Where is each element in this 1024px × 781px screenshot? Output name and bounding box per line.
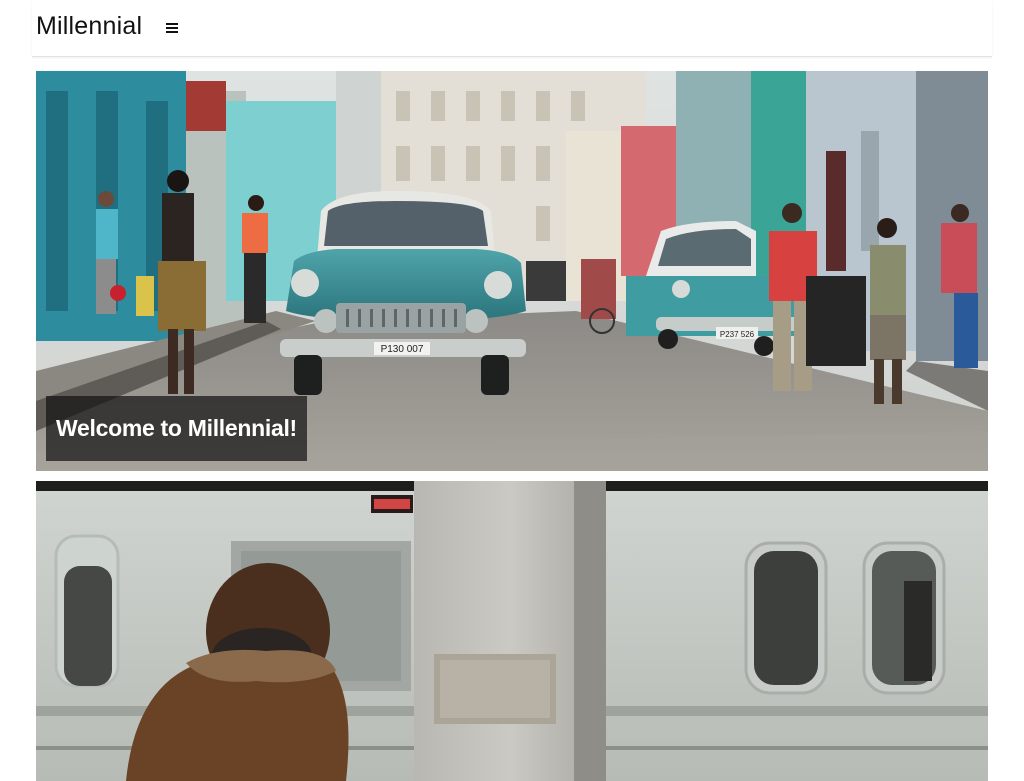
subway-photo-card[interactable]: [36, 481, 988, 781]
hamburger-menu-icon[interactable]: [164, 19, 182, 37]
subway-photo: [36, 481, 988, 781]
brand-logo-text[interactable]: Millennial: [36, 12, 142, 41]
menu-bar: [166, 23, 178, 25]
license-plate-text: P130 007: [381, 344, 424, 355]
top-navbar: Millennial: [32, 0, 992, 57]
license-plate-text-2: P237 526: [720, 330, 755, 339]
menu-bar: [166, 31, 178, 33]
menu-bar: [166, 27, 178, 29]
hero-photo-card[interactable]: P130 007 P237 526 Welcome to Millennial!: [36, 71, 988, 471]
hero-caption[interactable]: Welcome to Millennial!: [46, 396, 307, 461]
